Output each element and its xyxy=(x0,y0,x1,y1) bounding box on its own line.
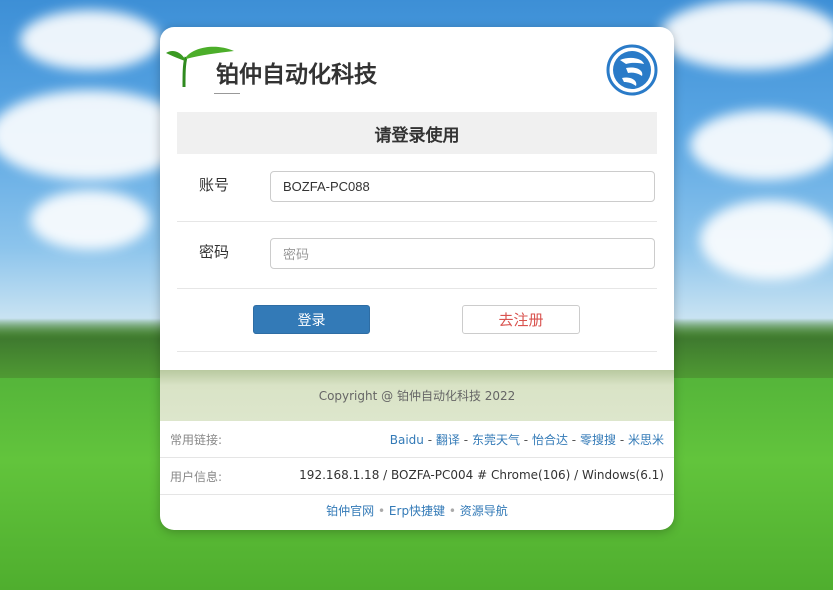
separator: • xyxy=(448,504,456,518)
user-info-value: 192.168.1.18 / BOZFA-PC004 # Chrome(106)… xyxy=(299,468,664,482)
copyright: Copyright @ 铂仲自动化科技 2022 xyxy=(160,370,674,421)
account-input[interactable]: BOZFA-PC088 xyxy=(270,171,655,202)
login-card: 铂仲自动化科技 请登录使用 账号 BOZFA-PC088 密码 密码 登录 去注… xyxy=(160,27,674,530)
user-info-row: 用户信息: 192.168.1.18 / BOZFA-PC004 # Chrom… xyxy=(160,458,674,495)
separator: - xyxy=(427,433,433,447)
link-lingsousou[interactable]: 零搜搜 xyxy=(580,433,616,447)
cloud xyxy=(700,200,833,280)
cloud xyxy=(660,0,833,70)
button-row xyxy=(177,288,657,352)
separator: - xyxy=(463,433,469,447)
cloud xyxy=(30,190,150,250)
separator: - xyxy=(571,433,577,447)
common-links-label: 常用链接: xyxy=(170,433,223,447)
account-row: 账号 BOZFA-PC088 xyxy=(177,154,657,222)
separator: • xyxy=(378,504,386,518)
company-round-logo-icon xyxy=(606,44,658,96)
user-info-label: 用户信息: xyxy=(170,470,223,484)
password-label: 密码 xyxy=(199,243,230,261)
separator: - xyxy=(619,433,625,447)
cloud xyxy=(690,110,833,180)
account-label: 账号 xyxy=(199,176,230,194)
link-resource-nav[interactable]: 资源导航 xyxy=(460,504,508,518)
link-misumi[interactable]: 米思米 xyxy=(628,433,664,447)
password-row: 密码 密码 xyxy=(177,221,657,289)
common-links-list: Baidu - 翻译 - 东莞天气 - 怡合达 - 零搜搜 - 米思米 xyxy=(390,431,664,448)
common-links-row: 常用链接: Baidu - 翻译 - 东莞天气 - 怡合达 - 零搜搜 - 米思… xyxy=(160,421,674,458)
bottom-links: 铂仲官网 • Erp快捷键 • 资源导航 xyxy=(160,502,674,519)
separator: - xyxy=(523,433,529,447)
password-input[interactable]: 密码 xyxy=(270,238,655,269)
link-baidu[interactable]: Baidu xyxy=(390,433,424,447)
brand-name: 铂仲自动化科技 xyxy=(216,62,377,88)
brand-underline xyxy=(214,93,240,94)
cloud xyxy=(20,10,160,70)
link-erp-shortcuts[interactable]: Erp快捷键 xyxy=(389,504,445,518)
link-translate[interactable]: 翻译 xyxy=(436,433,460,447)
login-title: 请登录使用 xyxy=(177,112,657,154)
link-yiheda[interactable]: 怡合达 xyxy=(532,433,568,447)
link-official-site[interactable]: 铂仲官网 xyxy=(326,504,374,518)
link-dongguan-weather[interactable]: 东莞天气 xyxy=(472,433,520,447)
